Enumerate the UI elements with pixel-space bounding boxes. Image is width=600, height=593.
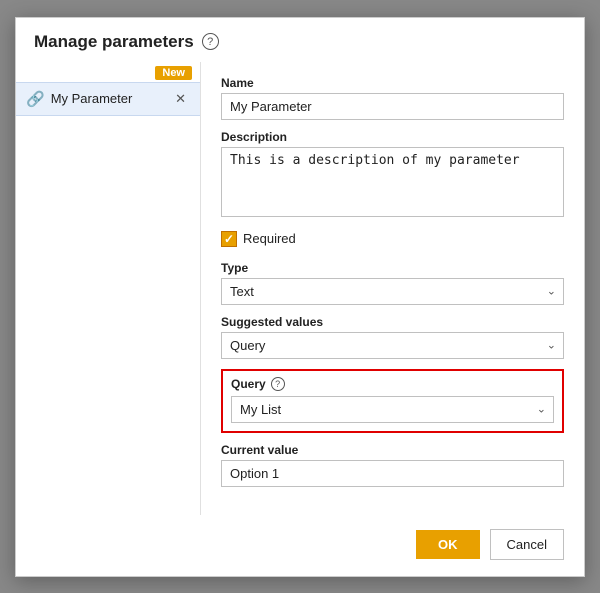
checkmark-icon: ✓: [224, 233, 234, 245]
description-textarea[interactable]: This is a description of my parameter: [221, 147, 564, 217]
suggested-select-wrapper: Any value List of values Query ⌄: [221, 332, 564, 359]
current-value-field-group: Current value: [221, 443, 564, 487]
suggested-label: Suggested values: [221, 315, 564, 329]
query-help-icon[interactable]: ?: [271, 377, 285, 391]
suggested-field-group: Suggested values Any value List of value…: [221, 315, 564, 359]
param-name: My Parameter: [51, 91, 133, 106]
query-label-row: Query ?: [231, 377, 554, 391]
name-input[interactable]: [221, 93, 564, 120]
required-row: ✓ Required: [221, 231, 564, 247]
type-field-group: Type Text Number Decimal Number Date/Tim…: [221, 261, 564, 305]
query-label: Query: [231, 377, 266, 391]
required-label: Required: [243, 231, 296, 246]
required-checkbox[interactable]: ✓: [221, 231, 237, 247]
query-select[interactable]: My List: [231, 396, 554, 423]
dialog-body: New 🔗 My Parameter ✕ Name Description Th…: [16, 62, 584, 515]
current-value-label: Current value: [221, 443, 564, 457]
description-label: Description: [221, 130, 564, 144]
type-label: Type: [221, 261, 564, 275]
ok-button[interactable]: OK: [416, 530, 480, 559]
type-select[interactable]: Text Number Decimal Number Date/Time Dat…: [221, 278, 564, 305]
new-badge: New: [155, 66, 192, 80]
dialog-header: Manage parameters ?: [16, 18, 584, 62]
param-close-icon[interactable]: ✕: [171, 89, 190, 109]
help-icon[interactable]: ?: [202, 33, 219, 50]
type-select-wrapper: Text Number Decimal Number Date/Time Dat…: [221, 278, 564, 305]
left-panel: New 🔗 My Parameter ✕: [16, 62, 201, 515]
name-field-group: Name: [221, 76, 564, 120]
param-list-item[interactable]: 🔗 My Parameter ✕: [16, 82, 200, 116]
manage-parameters-dialog: Manage parameters ? New 🔗 My Parameter ✕…: [15, 17, 585, 577]
query-select-wrapper: My List ⌄: [231, 396, 554, 423]
name-label: Name: [221, 76, 564, 90]
dialog-title: Manage parameters: [34, 32, 194, 52]
description-field-group: Description This is a description of my …: [221, 130, 564, 217]
dialog-footer: OK Cancel: [16, 515, 584, 576]
current-value-input[interactable]: [221, 460, 564, 487]
right-panel: Name Description This is a description o…: [201, 62, 584, 515]
param-item-left: 🔗 My Parameter: [26, 90, 132, 108]
cancel-button[interactable]: Cancel: [490, 529, 564, 560]
param-icon: 🔗: [26, 90, 45, 108]
suggested-select[interactable]: Any value List of values Query: [221, 332, 564, 359]
query-section: Query ? My List ⌄: [221, 369, 564, 433]
new-badge-row: New: [16, 62, 200, 82]
